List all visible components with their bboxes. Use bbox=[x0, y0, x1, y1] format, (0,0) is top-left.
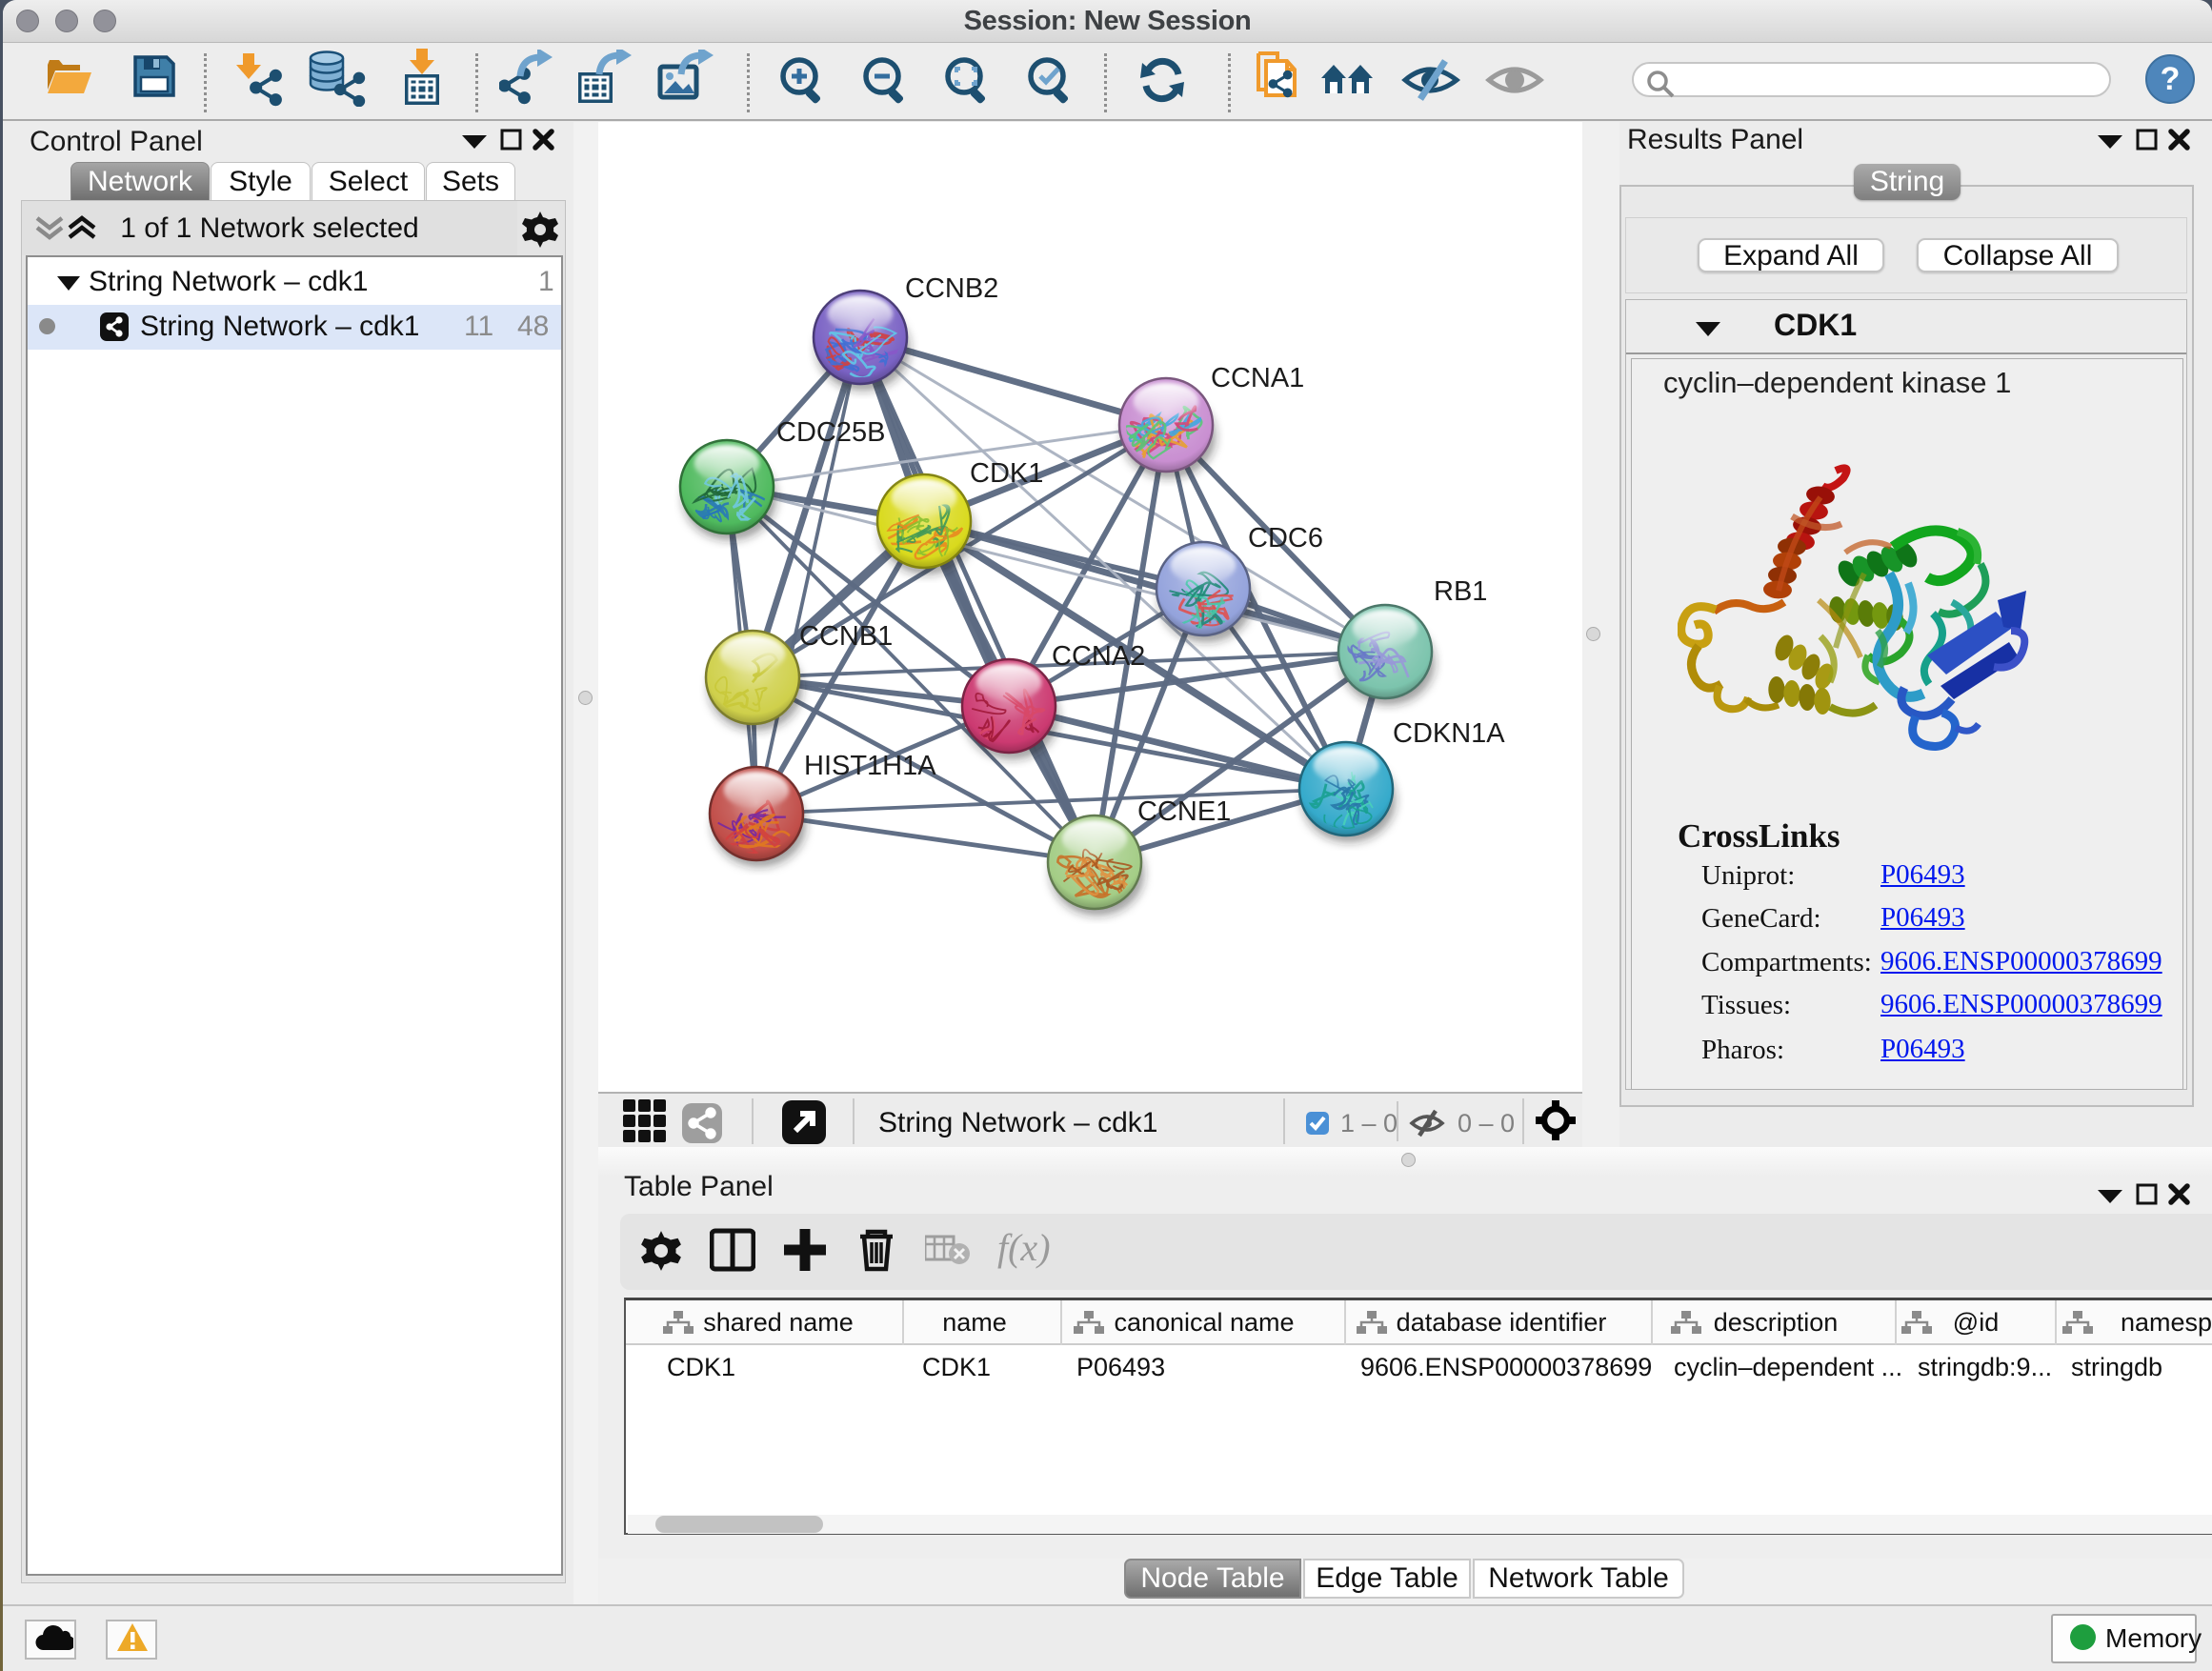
svg-text:CCNA1: CCNA1 bbox=[1211, 363, 1304, 393]
svg-text:CCNB1: CCNB1 bbox=[799, 621, 893, 652]
svg-text:CCNE1: CCNE1 bbox=[1137, 796, 1231, 827]
svg-text:CDK1: CDK1 bbox=[970, 458, 1043, 489]
svg-text:HIST1H1A: HIST1H1A bbox=[804, 751, 936, 781]
svg-text:CDKN1A: CDKN1A bbox=[1393, 718, 1505, 749]
svg-text:CDC6: CDC6 bbox=[1248, 523, 1323, 554]
svg-text:CCNA2: CCNA2 bbox=[1052, 641, 1145, 672]
svg-text:CDC25B: CDC25B bbox=[776, 417, 885, 448]
svg-text:CCNB2: CCNB2 bbox=[905, 273, 998, 304]
svg-text:?: ? bbox=[2161, 61, 2181, 97]
svg-text:RB1: RB1 bbox=[1434, 576, 1487, 607]
